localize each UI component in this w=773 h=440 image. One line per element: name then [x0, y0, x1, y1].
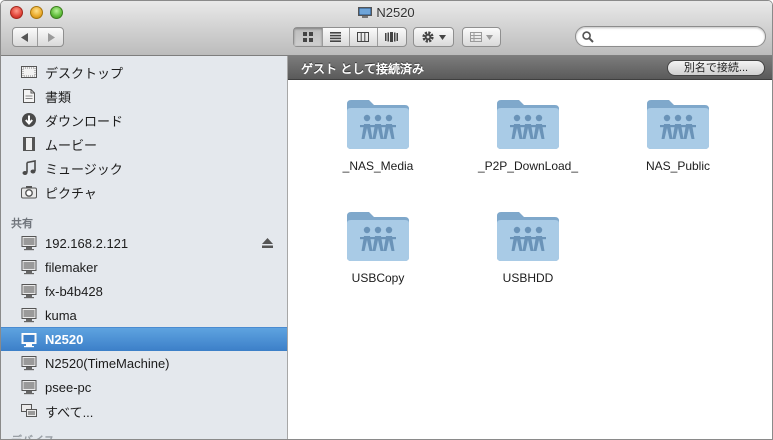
sidebar-item-label: 192.168.2.121	[45, 235, 129, 251]
shared-folder-icon	[347, 100, 409, 149]
movies-icon	[23, 137, 35, 151]
gear-icon	[422, 31, 434, 43]
desktop-icon	[21, 66, 37, 78]
back-button[interactable]	[13, 28, 39, 46]
sidebar-item-label: filemaker	[45, 259, 98, 275]
sidebar-item-n2520[interactable]: N2520	[1, 327, 287, 351]
shared-folder-icon	[497, 212, 559, 261]
computer-icon	[21, 308, 37, 323]
sidebar-item-documents[interactable]: 書類	[1, 84, 287, 108]
folder-name: USBCopy	[351, 271, 405, 285]
icon-view-button[interactable]	[294, 28, 323, 46]
computer-icon	[21, 284, 37, 299]
sidebar-item-192-168-2-121[interactable]: 192.168.2.121	[1, 231, 287, 255]
column-view-icon	[357, 32, 370, 42]
window-title-text: N2520	[376, 5, 415, 20]
sidebar-item-n2520-timemachine[interactable]: N2520(TimeMachine)	[1, 351, 287, 375]
folder-nas-media[interactable]: _NAS_Media	[308, 97, 448, 173]
sidebar-item-fx-b4b428[interactable]: fx-b4b428	[1, 279, 287, 303]
connect-as-button[interactable]: 別名で接続...	[667, 60, 765, 76]
sidebar-heading-shared: 共有	[11, 218, 33, 230]
network-icon	[21, 404, 37, 417]
arrange-menu-button[interactable]	[462, 27, 501, 47]
icon-view-icon	[302, 32, 313, 42]
view-mode-control	[293, 27, 407, 47]
arrange-icon	[470, 32, 482, 42]
downloads-icon	[22, 113, 36, 127]
sidebar-item-kuma[interactable]: kuma	[1, 303, 287, 327]
sidebar-item-music[interactable]: ミュージック	[1, 156, 287, 180]
back-forward-control	[12, 27, 64, 47]
search-icon	[582, 31, 594, 43]
sidebar-item-psee-pc[interactable]: psee-pc	[1, 375, 287, 399]
computer-icon	[21, 260, 37, 275]
folder-p2p-download[interactable]: _P2P_DownLoad_	[458, 97, 598, 173]
sidebar-item-label: ミュージック	[45, 161, 123, 177]
shared-folder-icon	[497, 100, 559, 149]
computer-icon	[21, 356, 37, 371]
finder-window: N2520 デスクトップ 書類 ダウンロード ムービー ミュージック ピクチャ …	[0, 0, 773, 440]
sidebar-item-label: N2520(TimeMachine)	[45, 355, 170, 371]
sidebar-item-all[interactable]: すべて...	[1, 399, 287, 423]
column-view-button[interactable]	[350, 28, 378, 46]
computer-icon	[21, 380, 37, 395]
sidebar-item-label: ピクチャ	[45, 185, 97, 201]
folder-nas-public[interactable]: NAS_Public	[608, 97, 748, 173]
music-icon	[22, 160, 36, 175]
sidebar-item-label: ダウンロード	[45, 113, 124, 129]
folder-name: USBHDD	[502, 271, 554, 285]
action-menu-button[interactable]	[413, 27, 454, 47]
sidebar-heading-devices: デバイス	[11, 432, 55, 439]
sidebar-item-label: 書類	[45, 89, 72, 105]
file-browser: ゲスト として接続済み 別名で接続... _NAS_Media _P2P_Dow…	[288, 56, 772, 439]
eject-icon[interactable]	[262, 238, 273, 248]
computer-icon	[21, 333, 37, 348]
sidebar: デスクトップ 書類 ダウンロード ムービー ミュージック ピクチャ 共有 192…	[1, 56, 288, 439]
sidebar-item-label: kuma	[45, 307, 77, 323]
sidebar-item-label: N2520	[45, 332, 84, 347]
connection-bar: ゲスト として接続済み 別名で接続...	[288, 56, 772, 80]
back-arrow-icon	[21, 32, 28, 42]
computer-icon	[358, 7, 373, 18]
folder-name: NAS_Public	[645, 159, 711, 173]
search-field[interactable]	[575, 26, 766, 47]
sidebar-item-label: fx-b4b428	[45, 283, 103, 299]
connection-status: ゲスト として接続済み	[301, 62, 424, 76]
sidebar-item-label: デスクトップ	[45, 65, 124, 81]
sidebar-item-pictures[interactable]: ピクチャ	[1, 180, 287, 204]
sidebar-item-filemaker[interactable]: filemaker	[1, 255, 287, 279]
sidebar-item-label: ムービー	[45, 137, 98, 153]
documents-icon	[23, 89, 35, 103]
shared-folder-icon	[647, 100, 709, 149]
shared-folder-icon	[347, 212, 409, 261]
coverflow-view-button[interactable]	[378, 28, 406, 46]
toolbar: N2520	[1, 1, 772, 56]
sidebar-item-movies[interactable]: ムービー	[1, 132, 287, 156]
sidebar-item-desktop[interactable]: デスクトップ	[1, 60, 287, 84]
list-view-button[interactable]	[323, 28, 351, 46]
chevron-down-icon	[439, 34, 446, 40]
search-input[interactable]	[598, 28, 762, 47]
camera-icon	[21, 186, 37, 199]
forward-arrow-icon	[47, 32, 55, 42]
sidebar-item-label: psee-pc	[45, 379, 92, 395]
sidebar-item-downloads[interactable]: ダウンロード	[1, 108, 287, 132]
computer-icon	[21, 236, 37, 251]
folder-name: _NAS_Media	[342, 159, 414, 173]
chevron-down-icon	[486, 34, 493, 40]
forward-button[interactable]	[38, 28, 63, 46]
list-view-icon	[330, 32, 342, 42]
folder-usbhdd[interactable]: USBHDD	[458, 209, 598, 285]
folder-name: _P2P_DownLoad_	[477, 159, 579, 173]
coverflow-view-icon	[385, 32, 399, 42]
window-title: N2520	[1, 5, 772, 20]
sidebar-item-label: すべて...	[45, 404, 94, 420]
folder-usbcopy[interactable]: USBCopy	[308, 209, 448, 285]
